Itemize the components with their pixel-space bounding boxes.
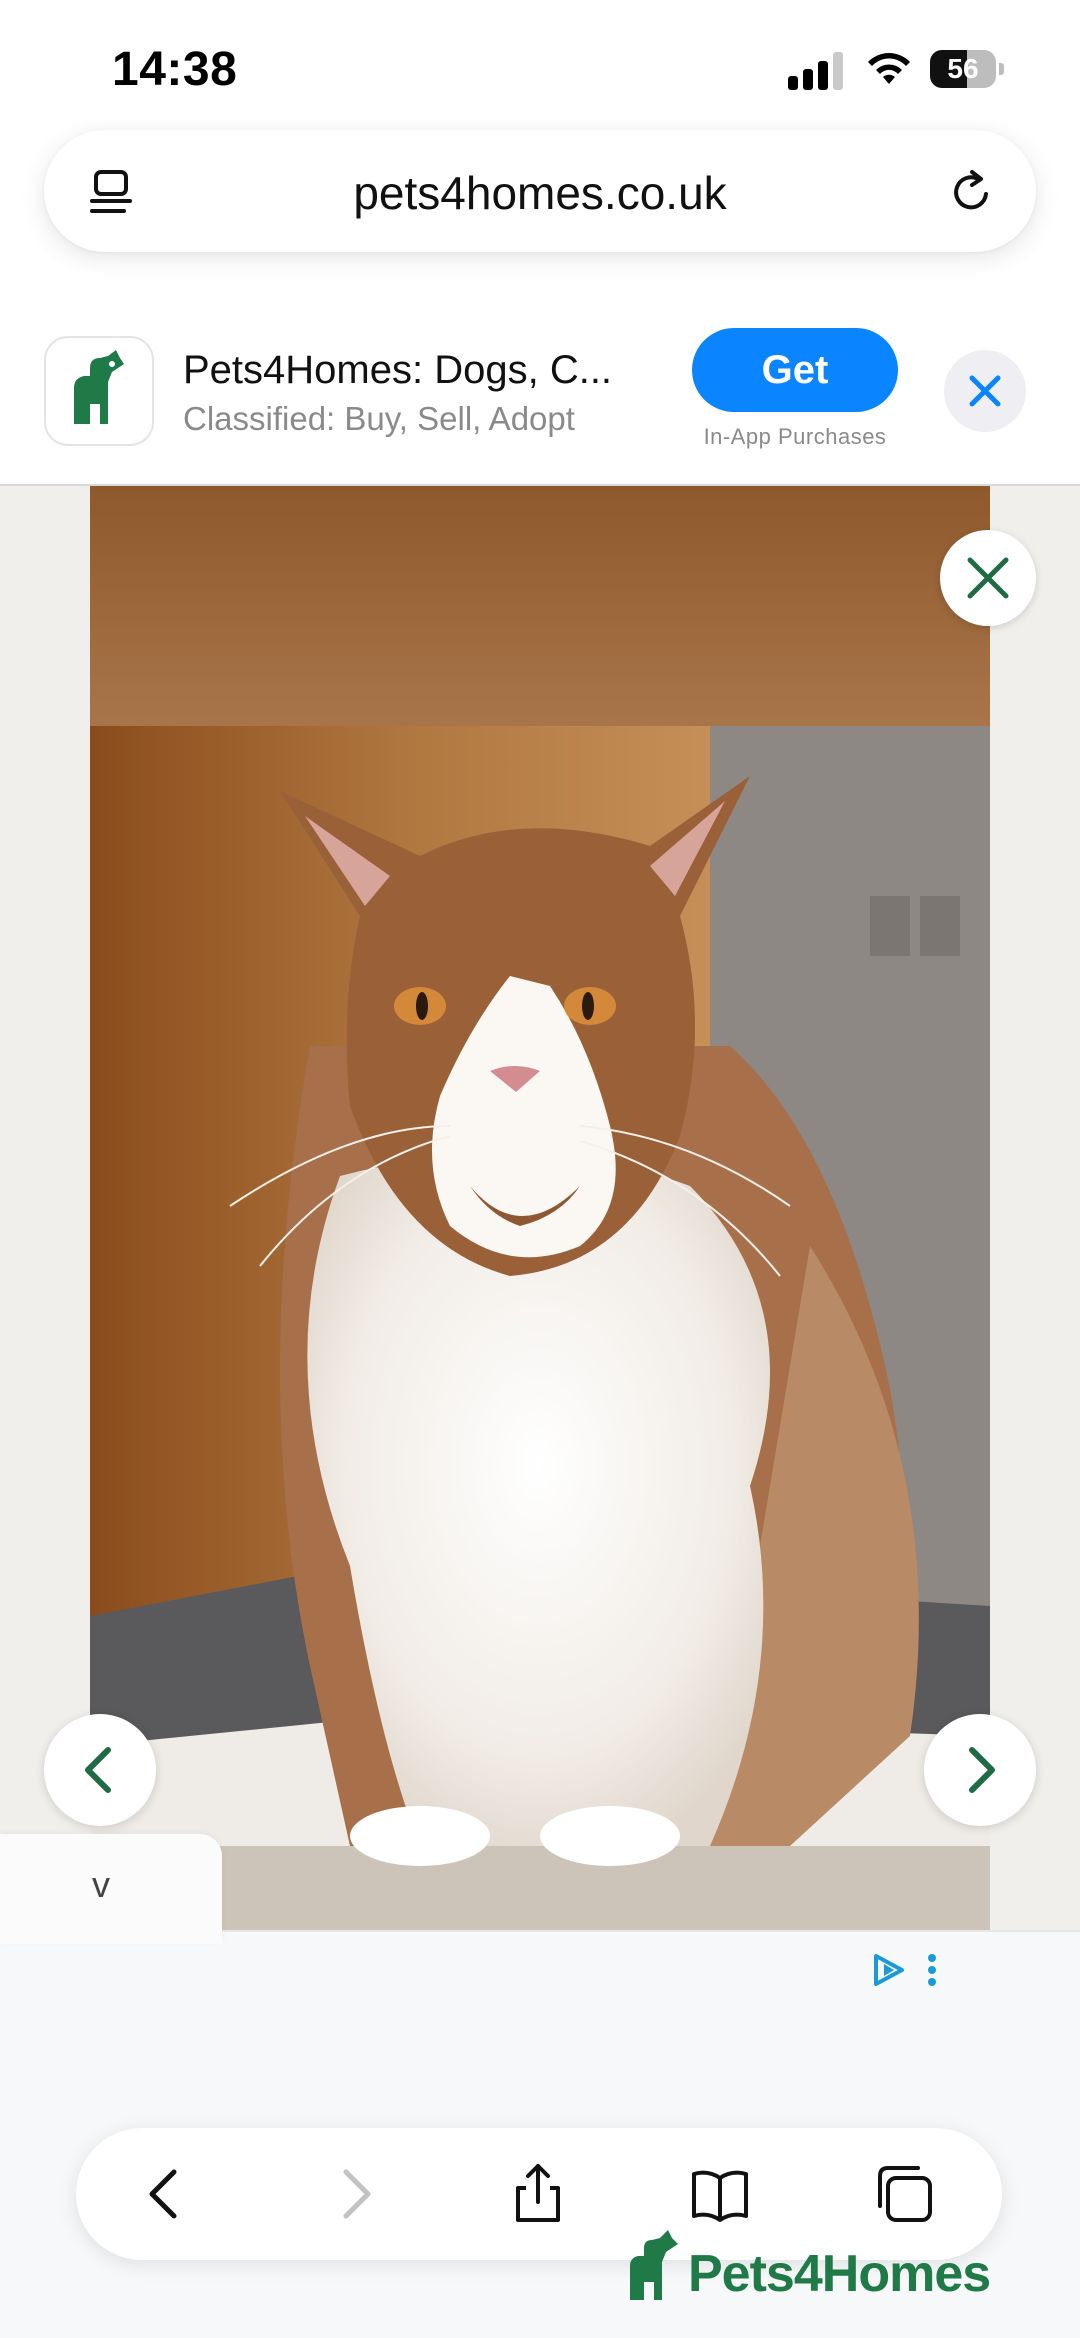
wifi-icon — [864, 48, 914, 88]
banner-close-button[interactable] — [944, 350, 1026, 432]
pets4homes-watermark: Pets4Homes — [626, 2224, 1016, 2314]
share-button[interactable] — [506, 2162, 570, 2226]
chevron-left-icon — [85, 1747, 111, 1793]
tabs-icon — [878, 2166, 932, 2222]
watermark-text: Pets4Homes — [688, 2245, 991, 2303]
address-bar[interactable]: pets4homes.co.uk — [44, 130, 1036, 252]
reload-icon[interactable] — [944, 164, 1000, 220]
close-icon — [967, 557, 1009, 599]
chevron-down-icon: v — [92, 1864, 110, 1905]
pets4homes-logo-icon — [630, 2230, 678, 2300]
page: 14:38 56 pets4homes.co.uk Pets4Homes: Do… — [0, 0, 1080, 2338]
battery-percent: 56 — [947, 53, 979, 84]
status-bar: 14:38 56 — [0, 0, 1080, 130]
more-vertical-icon[interactable] — [928, 1954, 936, 1986]
forward-icon — [343, 2169, 371, 2219]
listing-photo[interactable] — [90, 486, 990, 1930]
tabs-button[interactable] — [872, 2162, 936, 2226]
status-time: 14:38 — [112, 43, 238, 96]
url-text[interactable]: pets4homes.co.uk — [44, 166, 1036, 220]
previous-photo-button[interactable] — [44, 1714, 156, 1826]
back-button[interactable] — [134, 2162, 198, 2226]
next-photo-button[interactable] — [924, 1714, 1036, 1826]
app-subtitle: Classified: Buy, Sell, Adopt — [183, 400, 575, 437]
in-app-purchases-label: In-App Purchases — [703, 424, 887, 449]
ad-choices[interactable] — [866, 1948, 956, 1992]
signal-icon — [788, 52, 844, 90]
collapse-tab[interactable]: v — [0, 1834, 222, 1944]
get-button[interactable]: Get — [692, 328, 898, 412]
smart-app-banner: Pets4Homes: Dogs, C... Classified: Buy, … — [0, 300, 1080, 486]
battery-icon: 56 — [930, 50, 1004, 88]
adchoices-icon[interactable] — [874, 1954, 904, 1986]
app-logo-icon[interactable] — [44, 336, 154, 446]
photo-viewer — [0, 486, 1080, 1930]
forward-button[interactable] — [322, 2162, 386, 2226]
bookmarks-button[interactable] — [688, 2162, 752, 2226]
bookmarks-icon — [692, 2170, 748, 2222]
back-icon — [149, 2169, 177, 2219]
share-icon — [516, 2164, 560, 2222]
cat-photo — [90, 486, 990, 1930]
app-title: Pets4Homes: Dogs, C... — [183, 348, 613, 392]
chevron-right-icon — [969, 1747, 995, 1793]
close-viewer-button[interactable] — [940, 530, 1036, 626]
close-icon — [969, 375, 1001, 407]
